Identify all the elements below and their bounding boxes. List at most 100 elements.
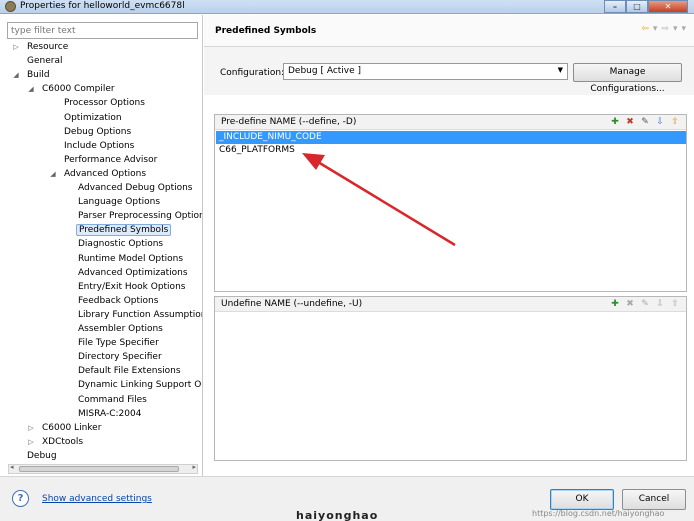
page-header: Predefined Symbols ⇦ ▾ ⇨ ▾ ▾: [204, 15, 694, 47]
filter-input[interactable]: [7, 22, 198, 39]
tree-item[interactable]: Diagnostic Options: [76, 237, 165, 251]
tree-item[interactable]: MISRA-C:2004: [76, 407, 143, 421]
tree-item[interactable]: ◢ Advanced Options: [50, 167, 148, 181]
tree-item[interactable]: ▷ C6000 Linker: [28, 421, 103, 435]
tree-item-label: Advanced Optimizations: [78, 267, 188, 278]
add-icon[interactable]: ✚: [609, 116, 621, 128]
tree-item-label: Feedback Options: [78, 295, 159, 306]
add-icon[interactable]: ✚: [609, 298, 621, 310]
collapse-icon[interactable]: ◢: [12, 68, 20, 82]
category-pane: ▷ResourceGeneral◢Build◢C6000 CompilerPro…: [0, 15, 203, 476]
tree-item[interactable]: ▷ XDCtools: [28, 435, 85, 449]
collapse-icon[interactable]: ◢: [27, 82, 35, 96]
help-icon[interactable]: ?: [12, 490, 29, 507]
tree-item[interactable]: ◢ Build: [13, 68, 52, 82]
tree-item[interactable]: Optimization: [62, 111, 124, 125]
watermark-url: https://blog.csdn.net/haiyonghao: [532, 509, 665, 518]
tree-item-label: Command Files: [78, 394, 147, 405]
move-down-icon: ⇩: [656, 299, 664, 309]
scroll-left-icon[interactable]: ◂: [10, 463, 14, 471]
tree-item-label: Default File Extensions: [78, 366, 181, 377]
predefine-item[interactable]: C66_PLATFORMS: [216, 144, 686, 157]
tree-item[interactable]: Library Function Assumptions: [76, 308, 202, 322]
tree-item-label: Optimization: [64, 112, 122, 123]
scrollbar-thumb[interactable]: [19, 466, 179, 472]
tree-item[interactable]: Default File Extensions: [76, 364, 183, 378]
tree-item-label: Dynamic Linking Support Option: [78, 380, 202, 391]
tree-item[interactable]: Include Options: [62, 139, 136, 153]
tree-item-label: C6000 Compiler: [42, 84, 115, 95]
window-controls: – □ ✕: [604, 0, 688, 13]
tree-item[interactable]: ◢ C6000 Compiler: [28, 82, 117, 96]
tree-item-label: Language Options: [78, 197, 161, 208]
tree-item[interactable]: Performance Advisor: [62, 153, 159, 167]
tree-item[interactable]: Runtime Model Options: [76, 252, 185, 266]
predefine-toolbar: ✚ ✖ ✎ ⇩ ⇧: [609, 116, 681, 128]
tree-item[interactable]: Debug: [25, 449, 59, 462]
tree-item[interactable]: File Type Specifier: [76, 336, 161, 350]
configuration-label: Configuration:: [220, 68, 285, 78]
predefine-item[interactable]: _INCLUDE_NIMU_CODE: [216, 131, 686, 144]
page-title: Predefined Symbols: [215, 26, 317, 36]
tree-item[interactable]: Processor Options: [62, 96, 147, 110]
collapse-icon[interactable]: ◢: [49, 167, 57, 181]
tree-item[interactable]: Feedback Options: [76, 294, 160, 308]
configuration-select[interactable]: Debug [ Active ] ▼: [283, 63, 568, 80]
tree-item[interactable]: Advanced Optimizations: [76, 266, 190, 280]
maximize-button[interactable]: □: [626, 0, 648, 13]
delete-icon: ✖: [626, 299, 634, 309]
minimize-button[interactable]: –: [604, 0, 626, 13]
tree-horizontal-scrollbar[interactable]: ◂ ▸: [8, 463, 198, 474]
cancel-button[interactable]: Cancel: [622, 489, 686, 510]
tree-item-label: Debug Options: [64, 126, 132, 137]
back-menu-icon[interactable]: ▾: [653, 24, 658, 34]
tree-item[interactable]: General: [25, 54, 64, 68]
tree-item[interactable]: Parser Preprocessing Options: [76, 209, 202, 223]
ok-button[interactable]: OK: [550, 489, 614, 510]
edit-icon: ✎: [641, 299, 649, 309]
manage-configurations-button[interactable]: Manage Configurations...: [573, 63, 682, 94]
history-nav: ⇦ ▾ ⇨ ▾ ▾: [641, 24, 686, 34]
tree-item-label: Performance Advisor: [64, 154, 158, 165]
tree-item-label: C6000 Linker: [42, 422, 102, 433]
show-advanced-settings-link[interactable]: Show advanced settings: [42, 494, 152, 504]
move-up-icon: ⇧: [671, 299, 679, 309]
tree-item[interactable]: Directory Specifier: [76, 350, 164, 364]
expand-icon[interactable]: ▷: [27, 421, 35, 435]
view-menu-icon[interactable]: ▾: [681, 24, 686, 34]
tree-item[interactable]: Dynamic Linking Support Option: [76, 378, 202, 392]
scroll-right-icon[interactable]: ▸: [192, 463, 196, 471]
tree-item-label: Debug: [27, 450, 57, 461]
delete-icon[interactable]: ✖: [624, 116, 636, 128]
move-down-icon[interactable]: ⇩: [654, 116, 666, 128]
tree-item[interactable]: Predefined Symbols: [76, 223, 172, 237]
tree-item[interactable]: Language Options: [76, 195, 162, 209]
category-tree: ▷ Resource General ◢ Build ◢ C6000 Compiler Pro…: [0, 40, 202, 462]
move-up-icon[interactable]: ⇧: [669, 116, 681, 128]
expand-icon[interactable]: ▷: [27, 435, 35, 449]
undefine-panel-header: Undefine NAME (--undefine, -U) ✚ ✖ ✎ ⇩ ⇧: [215, 297, 686, 312]
tree-item[interactable]: Advanced Debug Options: [76, 181, 195, 195]
dropdown-arrow-icon: ▼: [557, 66, 563, 74]
tree-item-label: Build: [27, 70, 50, 81]
tree-item[interactable]: Entry/Exit Hook Options: [76, 280, 187, 294]
tree-item-label: File Type Specifier: [78, 338, 159, 349]
close-button[interactable]: ✕: [648, 0, 688, 13]
tree-item-label: General: [27, 56, 63, 67]
configuration-row: Configuration: Debug [ Active ] ▼ Manage…: [204, 47, 694, 95]
property-page: Predefined Symbols ⇦ ▾ ⇨ ▾ ▾ Configurati…: [204, 15, 694, 476]
tree-item[interactable]: Debug Options: [62, 125, 133, 139]
watermark-text: haiyonghao: [296, 509, 379, 521]
back-arrow-icon[interactable]: ⇦: [641, 24, 649, 34]
tree-item-label: Runtime Model Options: [78, 253, 184, 264]
tree-item[interactable]: Assembler Options: [76, 322, 165, 336]
edit-icon[interactable]: ✎: [639, 116, 651, 128]
forward-menu-icon[interactable]: ▾: [673, 24, 678, 34]
tree-item-label: Processor Options: [64, 98, 145, 109]
tree-item[interactable]: ▷ Resource: [13, 40, 70, 54]
tree-item-label: MISRA-C:2004: [78, 408, 142, 419]
tree-item[interactable]: Command Files: [76, 393, 149, 407]
title-bar: Properties for helloworld_evmc6678l – □ …: [0, 0, 694, 14]
forward-arrow-icon[interactable]: ⇨: [661, 24, 669, 34]
expand-icon[interactable]: ▷: [12, 40, 20, 54]
